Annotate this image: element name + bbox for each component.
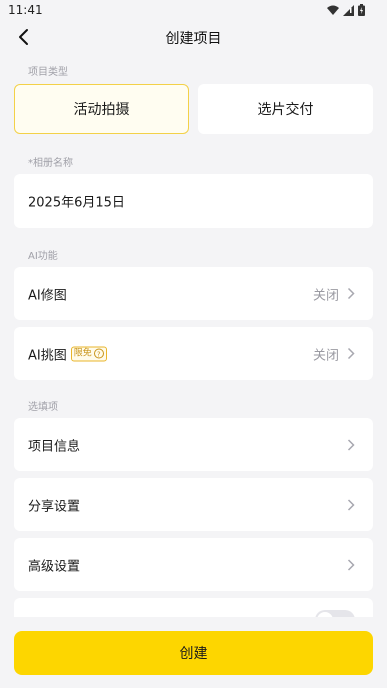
status-time: 11:41	[8, 3, 43, 17]
type-option-label: 选片交付	[257, 102, 314, 118]
bottom-action-bar: 创建	[0, 617, 387, 688]
project-type-label: 项目类型	[28, 67, 68, 78]
page-title: 创建项目	[165, 31, 222, 47]
chevron-right-icon	[347, 347, 355, 360]
advanced-settings-row[interactable]: 高级设置	[14, 538, 373, 591]
album-name-field[interactable]: 2025年6月15日	[14, 174, 373, 228]
free-badge-text: 限免	[73, 348, 92, 358]
ai-retouch-status: 关闭	[312, 288, 339, 303]
ai-select-label: AI挑图	[28, 348, 67, 363]
optional-section-label: 选填项	[28, 402, 58, 413]
type-option-delivery[interactable]: 选片交付	[198, 84, 373, 134]
nav-bar: 创建项目	[0, 22, 387, 52]
chevron-right-icon	[347, 498, 355, 511]
ai-section-label: AI功能	[28, 251, 58, 262]
create-button[interactable]: 创建	[14, 631, 373, 675]
share-settings-label: 分享设置	[28, 499, 81, 514]
album-name-label: *相册名称	[28, 158, 73, 169]
status-bar: 11:41	[0, 0, 387, 22]
chevron-right-icon	[347, 438, 355, 451]
type-option-event[interactable]: 活动拍摄	[14, 84, 189, 134]
type-option-label: 活动拍摄	[73, 102, 130, 118]
chevron-right-icon	[347, 287, 355, 300]
project-info-label: 项目信息	[28, 439, 81, 454]
project-info-row[interactable]: 项目信息	[14, 418, 373, 471]
ai-select-row[interactable]: AI挑图 限免 ? 关闭	[14, 327, 373, 380]
help-icon: ?	[93, 348, 104, 359]
share-settings-row[interactable]: 分享设置	[14, 478, 373, 531]
status-icons	[327, 4, 365, 16]
battery-icon	[358, 4, 365, 16]
signal-icon	[343, 4, 354, 16]
chevron-right-icon	[347, 558, 355, 571]
ai-select-status: 关闭	[312, 348, 339, 363]
wifi-icon	[327, 5, 339, 15]
free-badge[interactable]: 限免 ?	[70, 346, 107, 361]
ai-retouch-row[interactable]: AI修图 关闭	[14, 267, 373, 320]
advanced-settings-label: 高级设置	[28, 559, 81, 574]
album-name-value: 2025年6月15日	[28, 195, 125, 211]
ai-retouch-label: AI修图	[28, 288, 67, 303]
